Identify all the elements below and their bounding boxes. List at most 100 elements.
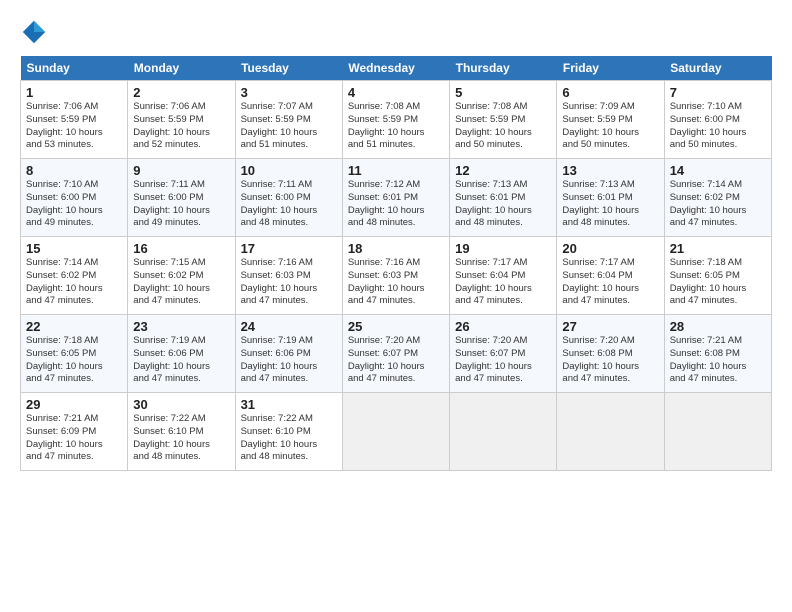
day-number: 26: [455, 319, 551, 334]
day-cell: 17Sunrise: 7:16 AM Sunset: 6:03 PM Dayli…: [235, 237, 342, 315]
day-number: 9: [133, 163, 229, 178]
day-number: 4: [348, 85, 444, 100]
col-header-wednesday: Wednesday: [342, 56, 449, 81]
day-info: Sunrise: 7:06 AM Sunset: 5:59 PM Dayligh…: [133, 101, 229, 152]
day-number: 2: [133, 85, 229, 100]
day-cell: 8Sunrise: 7:10 AM Sunset: 6:00 PM Daylig…: [21, 159, 128, 237]
week-row-2: 8Sunrise: 7:10 AM Sunset: 6:00 PM Daylig…: [21, 159, 772, 237]
day-number: 15: [26, 241, 122, 256]
day-cell: [342, 393, 449, 471]
day-number: 18: [348, 241, 444, 256]
day-number: 28: [670, 319, 766, 334]
day-cell: 27Sunrise: 7:20 AM Sunset: 6:08 PM Dayli…: [557, 315, 664, 393]
day-number: 25: [348, 319, 444, 334]
day-cell: 26Sunrise: 7:20 AM Sunset: 6:07 PM Dayli…: [450, 315, 557, 393]
day-cell: 5Sunrise: 7:08 AM Sunset: 5:59 PM Daylig…: [450, 81, 557, 159]
day-info: Sunrise: 7:13 AM Sunset: 6:01 PM Dayligh…: [455, 179, 551, 230]
day-cell: 4Sunrise: 7:08 AM Sunset: 5:59 PM Daylig…: [342, 81, 449, 159]
logo: [20, 18, 52, 46]
week-row-3: 15Sunrise: 7:14 AM Sunset: 6:02 PM Dayli…: [21, 237, 772, 315]
day-number: 7: [670, 85, 766, 100]
day-number: 31: [241, 397, 337, 412]
day-info: Sunrise: 7:17 AM Sunset: 6:04 PM Dayligh…: [562, 257, 658, 308]
day-info: Sunrise: 7:10 AM Sunset: 6:00 PM Dayligh…: [26, 179, 122, 230]
day-info: Sunrise: 7:22 AM Sunset: 6:10 PM Dayligh…: [133, 413, 229, 464]
day-info: Sunrise: 7:11 AM Sunset: 6:00 PM Dayligh…: [133, 179, 229, 230]
day-info: Sunrise: 7:18 AM Sunset: 6:05 PM Dayligh…: [26, 335, 122, 386]
week-row-4: 22Sunrise: 7:18 AM Sunset: 6:05 PM Dayli…: [21, 315, 772, 393]
day-number: 17: [241, 241, 337, 256]
day-cell: 12Sunrise: 7:13 AM Sunset: 6:01 PM Dayli…: [450, 159, 557, 237]
day-info: Sunrise: 7:12 AM Sunset: 6:01 PM Dayligh…: [348, 179, 444, 230]
day-number: 5: [455, 85, 551, 100]
header-row: SundayMondayTuesdayWednesdayThursdayFrid…: [21, 56, 772, 81]
day-cell: 13Sunrise: 7:13 AM Sunset: 6:01 PM Dayli…: [557, 159, 664, 237]
day-number: 22: [26, 319, 122, 334]
col-header-saturday: Saturday: [664, 56, 771, 81]
day-number: 27: [562, 319, 658, 334]
day-cell: 16Sunrise: 7:15 AM Sunset: 6:02 PM Dayli…: [128, 237, 235, 315]
day-info: Sunrise: 7:21 AM Sunset: 6:08 PM Dayligh…: [670, 335, 766, 386]
day-info: Sunrise: 7:08 AM Sunset: 5:59 PM Dayligh…: [455, 101, 551, 152]
day-cell: 6Sunrise: 7:09 AM Sunset: 5:59 PM Daylig…: [557, 81, 664, 159]
day-info: Sunrise: 7:14 AM Sunset: 6:02 PM Dayligh…: [670, 179, 766, 230]
day-number: 11: [348, 163, 444, 178]
day-number: 1: [26, 85, 122, 100]
day-cell: 29Sunrise: 7:21 AM Sunset: 6:09 PM Dayli…: [21, 393, 128, 471]
day-info: Sunrise: 7:20 AM Sunset: 6:07 PM Dayligh…: [348, 335, 444, 386]
day-info: Sunrise: 7:17 AM Sunset: 6:04 PM Dayligh…: [455, 257, 551, 308]
week-row-1: 1 Sunrise: 7:06 AM Sunset: 5:59 PM Daylig…: [21, 81, 772, 159]
day-info: Sunrise: 7:16 AM Sunset: 6:03 PM Dayligh…: [241, 257, 337, 308]
day-info: Sunrise: 7:15 AM Sunset: 6:02 PM Dayligh…: [133, 257, 229, 308]
logo-icon: [20, 18, 48, 46]
day-number: 6: [562, 85, 658, 100]
day-info: Sunrise: 7:16 AM Sunset: 6:03 PM Dayligh…: [348, 257, 444, 308]
day-cell: 21Sunrise: 7:18 AM Sunset: 6:05 PM Dayli…: [664, 237, 771, 315]
day-number: 13: [562, 163, 658, 178]
day-cell: 1Sunrise: 7:06 AM Sunset: 5:59 PM Daylig…: [21, 81, 128, 159]
day-info: Sunrise: 7:11 AM Sunset: 6:00 PM Dayligh…: [241, 179, 337, 230]
day-cell: 28Sunrise: 7:21 AM Sunset: 6:08 PM Dayli…: [664, 315, 771, 393]
day-cell: 25Sunrise: 7:20 AM Sunset: 6:07 PM Dayli…: [342, 315, 449, 393]
day-number: 20: [562, 241, 658, 256]
day-cell: 30Sunrise: 7:22 AM Sunset: 6:10 PM Dayli…: [128, 393, 235, 471]
day-number: 30: [133, 397, 229, 412]
col-header-sunday: Sunday: [21, 56, 128, 81]
header: [20, 18, 772, 46]
day-cell: 23Sunrise: 7:19 AM Sunset: 6:06 PM Dayli…: [128, 315, 235, 393]
day-number: 14: [670, 163, 766, 178]
day-number: 10: [241, 163, 337, 178]
day-info: Sunrise: 7:19 AM Sunset: 6:06 PM Dayligh…: [133, 335, 229, 386]
day-cell: [664, 393, 771, 471]
col-header-monday: Monday: [128, 56, 235, 81]
day-info: Sunrise: 7:22 AM Sunset: 6:10 PM Dayligh…: [241, 413, 337, 464]
day-cell: 11Sunrise: 7:12 AM Sunset: 6:01 PM Dayli…: [342, 159, 449, 237]
col-header-tuesday: Tuesday: [235, 56, 342, 81]
day-info: Sunrise: 7:10 AM Sunset: 6:00 PM Dayligh…: [670, 101, 766, 152]
day-cell: 14Sunrise: 7:14 AM Sunset: 6:02 PM Dayli…: [664, 159, 771, 237]
day-number: 21: [670, 241, 766, 256]
page: SundayMondayTuesdayWednesdayThursdayFrid…: [0, 0, 792, 481]
day-cell: 10Sunrise: 7:11 AM Sunset: 6:00 PM Dayli…: [235, 159, 342, 237]
day-cell: [557, 393, 664, 471]
day-info: Sunrise: 7:20 AM Sunset: 6:08 PM Dayligh…: [562, 335, 658, 386]
calendar-table: SundayMondayTuesdayWednesdayThursdayFrid…: [20, 56, 772, 471]
day-number: 29: [26, 397, 122, 412]
day-info: Sunrise: 7:20 AM Sunset: 6:07 PM Dayligh…: [455, 335, 551, 386]
day-cell: 18Sunrise: 7:16 AM Sunset: 6:03 PM Dayli…: [342, 237, 449, 315]
day-info: Sunrise: 7:14 AM Sunset: 6:02 PM Dayligh…: [26, 257, 122, 308]
day-cell: 22Sunrise: 7:18 AM Sunset: 6:05 PM Dayli…: [21, 315, 128, 393]
day-number: 24: [241, 319, 337, 334]
day-number: 3: [241, 85, 337, 100]
day-cell: 19Sunrise: 7:17 AM Sunset: 6:04 PM Dayli…: [450, 237, 557, 315]
col-header-thursday: Thursday: [450, 56, 557, 81]
day-cell: 20Sunrise: 7:17 AM Sunset: 6:04 PM Dayli…: [557, 237, 664, 315]
day-cell: 3Sunrise: 7:07 AM Sunset: 5:59 PM Daylig…: [235, 81, 342, 159]
day-number: 23: [133, 319, 229, 334]
col-header-friday: Friday: [557, 56, 664, 81]
day-cell: [450, 393, 557, 471]
day-cell: 31Sunrise: 7:22 AM Sunset: 6:10 PM Dayli…: [235, 393, 342, 471]
day-cell: 2Sunrise: 7:06 AM Sunset: 5:59 PM Daylig…: [128, 81, 235, 159]
day-cell: 15Sunrise: 7:14 AM Sunset: 6:02 PM Dayli…: [21, 237, 128, 315]
day-info: Sunrise: 7:07 AM Sunset: 5:59 PM Dayligh…: [241, 101, 337, 152]
